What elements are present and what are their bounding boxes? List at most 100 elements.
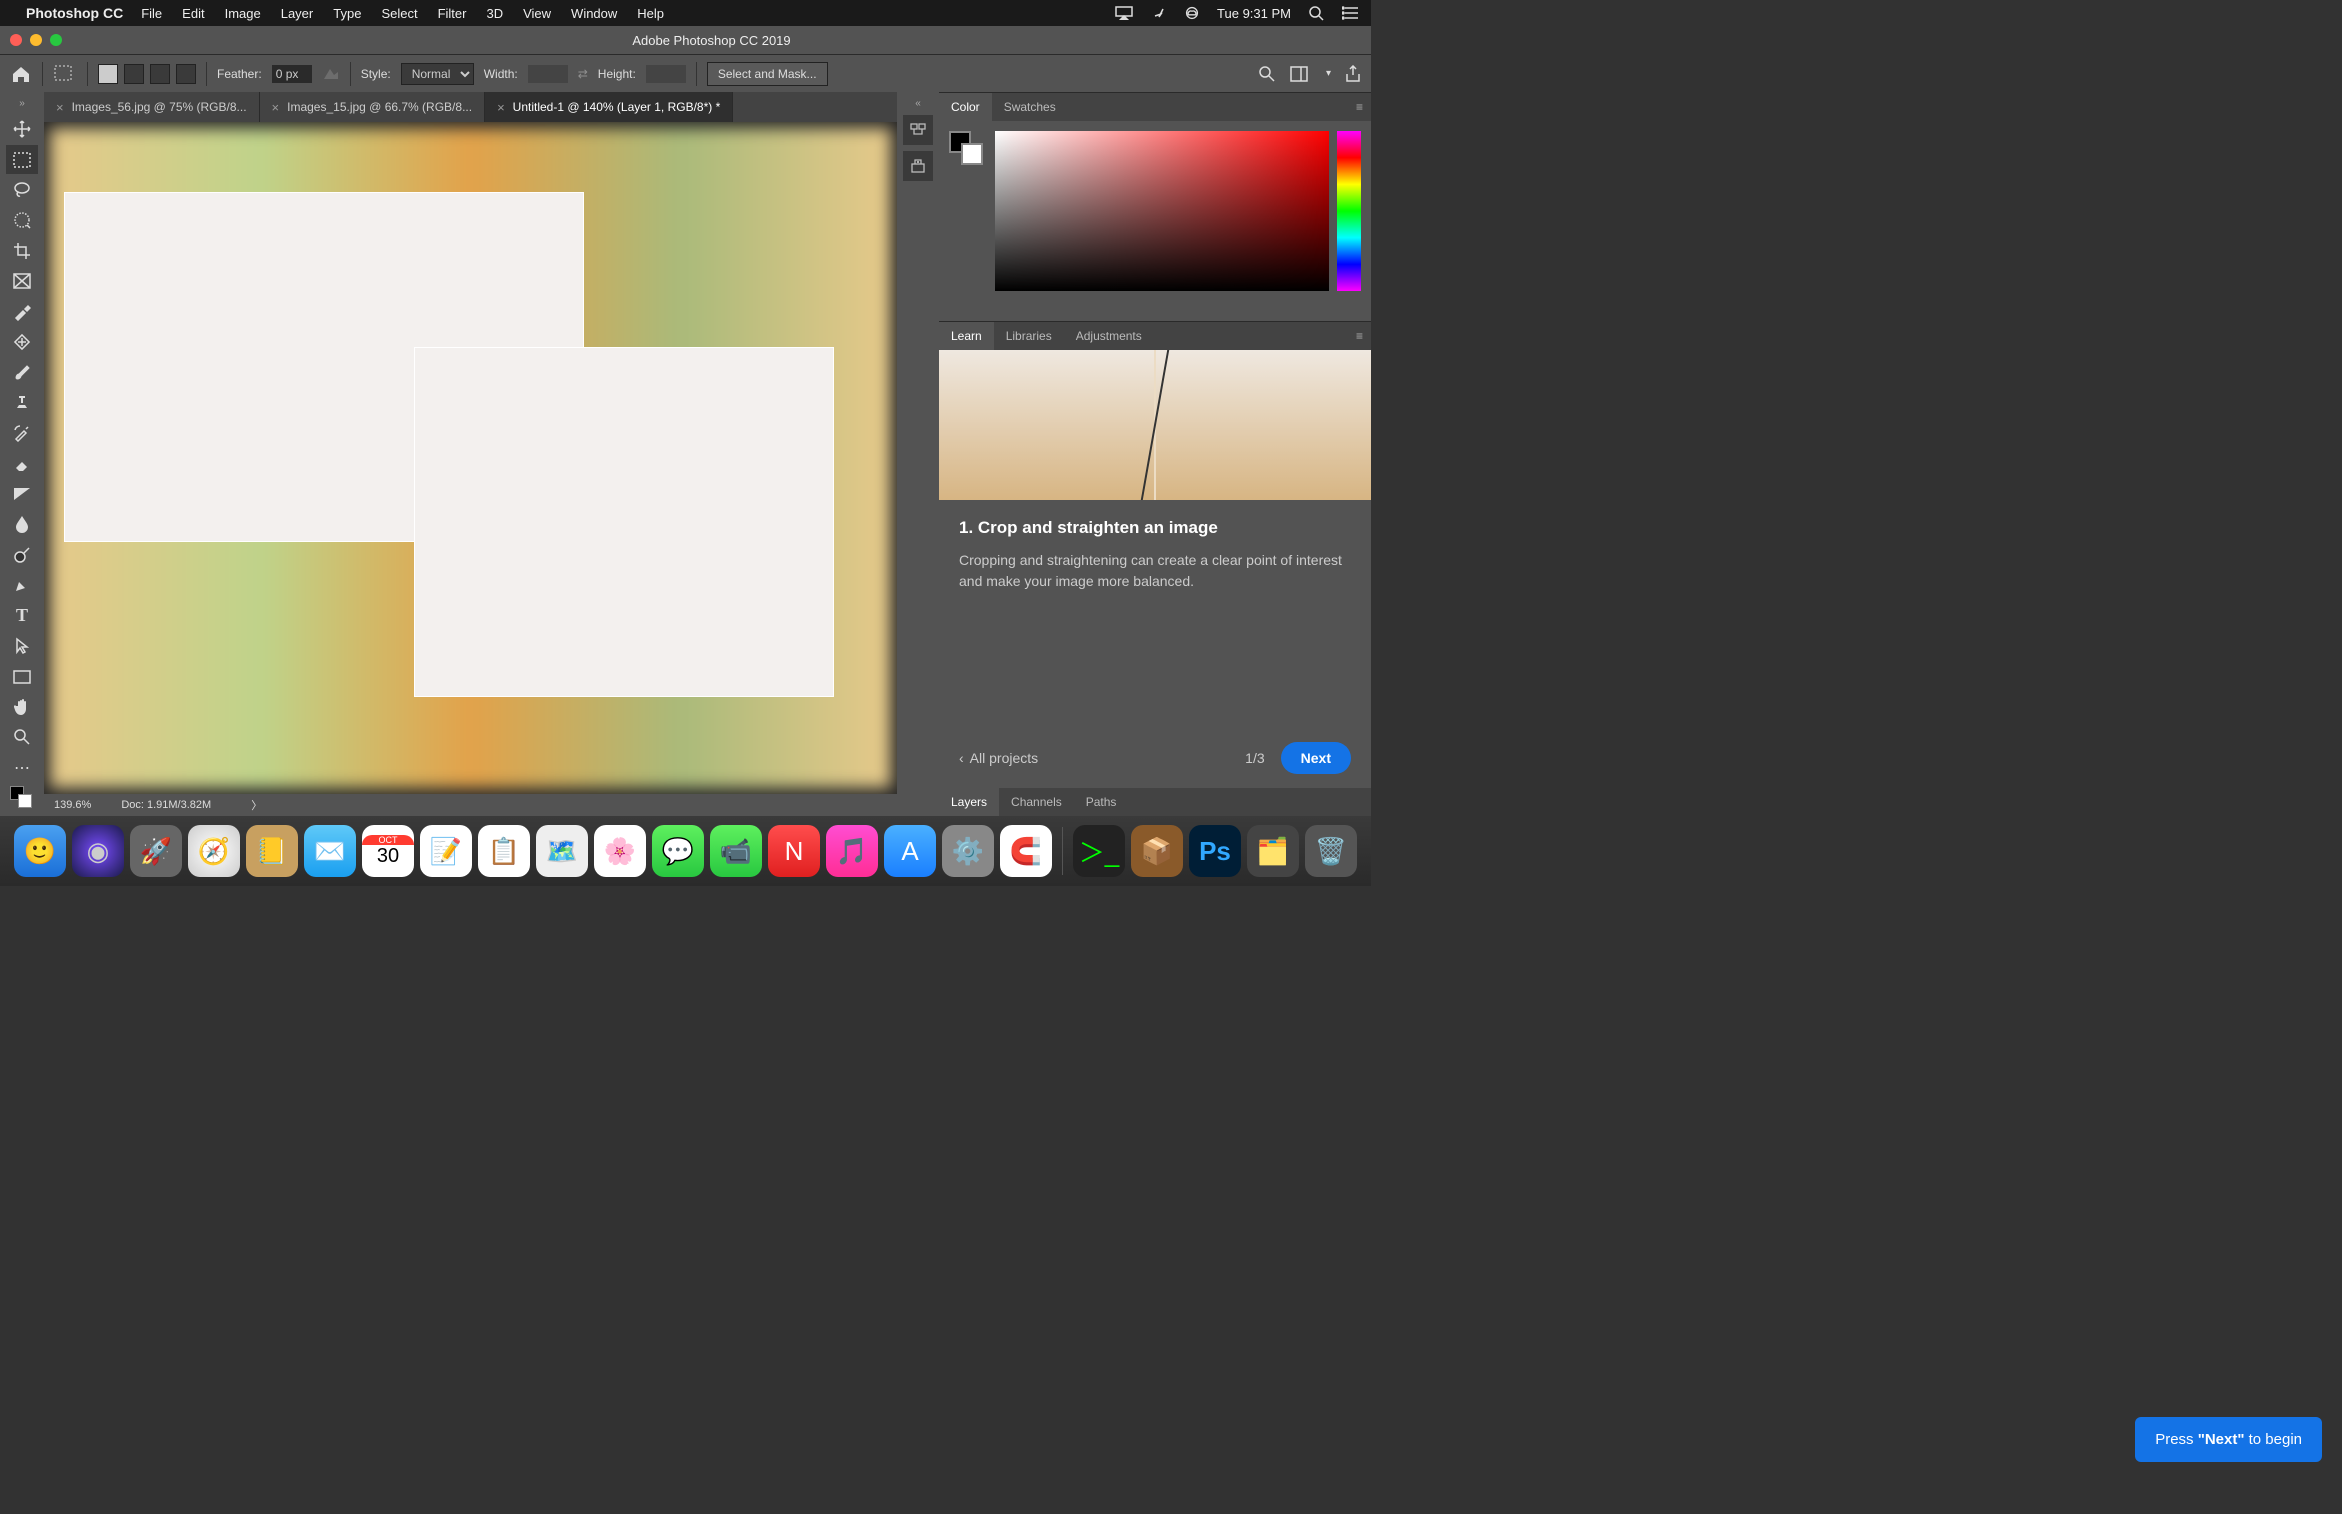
- menu-layer[interactable]: Layer: [281, 6, 314, 21]
- expand-tools-icon[interactable]: »: [19, 98, 25, 109]
- panel-menu-icon[interactable]: ≡: [1348, 329, 1371, 343]
- marquee-tool-preset[interactable]: [53, 64, 77, 84]
- panel-menu-icon[interactable]: ≡: [1348, 100, 1371, 114]
- select-and-mask-button[interactable]: Select and Mask...: [707, 62, 828, 86]
- dock-trash-icon[interactable]: 🗑️: [1305, 825, 1357, 877]
- style-select[interactable]: Normal: [401, 63, 474, 85]
- macos-clock[interactable]: Tue 9:31 PM: [1217, 6, 1291, 21]
- dock-safari-icon[interactable]: 🧭: [188, 825, 240, 877]
- brush-tool[interactable]: [6, 358, 38, 386]
- move-tool[interactable]: [6, 115, 38, 143]
- dock-launchpad-icon[interactable]: 🚀: [130, 825, 182, 877]
- anti-alias-icon[interactable]: [322, 67, 340, 81]
- menu-edit[interactable]: Edit: [182, 6, 204, 21]
- app-name[interactable]: Photoshop CC: [26, 5, 123, 21]
- zoom-value[interactable]: 139.6%: [54, 799, 91, 811]
- chevron-down-icon[interactable]: ▾: [1326, 68, 1331, 79]
- dodge-tool[interactable]: [6, 541, 38, 569]
- workspace-switcher-icon[interactable]: [1290, 66, 1312, 82]
- dock-appstore-icon[interactable]: A: [884, 825, 936, 877]
- dock-mail-icon[interactable]: ✉️: [304, 825, 356, 877]
- search-icon[interactable]: [1258, 65, 1276, 83]
- healing-brush-tool[interactable]: [6, 328, 38, 356]
- fg-bg-color-icon[interactable]: [6, 784, 38, 816]
- dock-finder-icon[interactable]: 🙂: [14, 825, 66, 877]
- add-selection-icon[interactable]: [124, 64, 144, 84]
- hue-strip[interactable]: [1337, 131, 1361, 291]
- menu-file[interactable]: File: [141, 6, 162, 21]
- creative-cloud-icon[interactable]: [1183, 4, 1201, 22]
- dock-messages-icon[interactable]: 💬: [652, 825, 704, 877]
- frame-tool[interactable]: [6, 267, 38, 295]
- hand-tool[interactable]: [6, 693, 38, 721]
- menu-view[interactable]: View: [523, 6, 551, 21]
- tab-channels[interactable]: Channels: [999, 788, 1074, 816]
- dock-magnet-icon[interactable]: 🧲: [1000, 825, 1052, 877]
- close-tab-icon[interactable]: ×: [497, 100, 505, 115]
- intersect-selection-icon[interactable]: [176, 64, 196, 84]
- dock-photoshop-icon[interactable]: Ps: [1189, 825, 1241, 877]
- lasso-tool[interactable]: [6, 176, 38, 204]
- history-brush-tool[interactable]: [6, 419, 38, 447]
- document-tab[interactable]: × Untitled-1 @ 140% (Layer 1, RGB/8*) *: [485, 92, 733, 122]
- fg-bg-swatch[interactable]: [949, 131, 981, 311]
- dock-photos-icon[interactable]: 🌸: [594, 825, 646, 877]
- menu-image[interactable]: Image: [225, 6, 261, 21]
- device-preview-icon[interactable]: [903, 151, 933, 181]
- eraser-tool[interactable]: [6, 449, 38, 477]
- dock-contacts-icon[interactable]: 📒: [246, 825, 298, 877]
- learn-next-button[interactable]: Next: [1281, 742, 1351, 774]
- spotlight-icon[interactable]: [1307, 4, 1325, 22]
- dock-calendar-icon[interactable]: OCT30: [362, 825, 414, 877]
- dock-siri-icon[interactable]: ◉: [72, 825, 124, 877]
- home-button[interactable]: [10, 63, 32, 85]
- subtract-selection-icon[interactable]: [150, 64, 170, 84]
- type-tool[interactable]: T: [6, 602, 38, 630]
- document-tab[interactable]: × Images_56.jpg @ 75% (RGB/8...: [44, 92, 260, 122]
- clone-stamp-tool[interactable]: [6, 389, 38, 417]
- feather-input[interactable]: [272, 65, 312, 83]
- dock-terminal-icon[interactable]: ＞_: [1073, 825, 1125, 877]
- tab-paths[interactable]: Paths: [1074, 788, 1129, 816]
- document-tab[interactable]: × Images_15.jpg @ 66.7% (RGB/8...: [260, 92, 486, 122]
- menu-window[interactable]: Window: [571, 6, 617, 21]
- share-icon[interactable]: [1345, 65, 1361, 83]
- crop-tool[interactable]: [6, 237, 38, 265]
- dock-news-icon[interactable]: N: [768, 825, 820, 877]
- eyedropper-tool[interactable]: [6, 297, 38, 325]
- swap-dimensions-icon[interactable]: ⇄: [578, 67, 588, 81]
- dock-reminders-icon[interactable]: 📋: [478, 825, 530, 877]
- menu-filter[interactable]: Filter: [438, 6, 467, 21]
- pen-tool[interactable]: [6, 571, 38, 599]
- tab-swatches[interactable]: Swatches: [992, 93, 1068, 121]
- dock-sysprefs-icon[interactable]: ⚙️: [942, 825, 994, 877]
- menu-list-icon[interactable]: [1341, 4, 1359, 22]
- menu-select[interactable]: Select: [381, 6, 417, 21]
- quick-select-tool[interactable]: [6, 206, 38, 234]
- edit-toolbar-icon[interactable]: ⋯: [6, 754, 38, 782]
- close-tab-icon[interactable]: ×: [56, 100, 64, 115]
- doc-size[interactable]: Doc: 1.91M/3.82M: [121, 799, 211, 811]
- color-field[interactable]: [995, 131, 1329, 291]
- collapse-dock-icon[interactable]: «: [915, 98, 921, 109]
- menu-3d[interactable]: 3D: [486, 6, 503, 21]
- dock-itunes-icon[interactable]: 🎵: [826, 825, 878, 877]
- dock-app-icon[interactable]: 🗂️: [1247, 825, 1299, 877]
- minimize-window-button[interactable]: [30, 34, 42, 46]
- history-panel-icon[interactable]: [903, 115, 933, 145]
- dock-facetime-icon[interactable]: 📹: [710, 825, 762, 877]
- cc-sync-icon[interactable]: [1149, 4, 1167, 22]
- dock-maps-icon[interactable]: 🗺️: [536, 825, 588, 877]
- close-tab-icon[interactable]: ×: [272, 100, 280, 115]
- learn-back-link[interactable]: ‹ All projects: [959, 750, 1038, 766]
- menu-type[interactable]: Type: [333, 6, 361, 21]
- dock-app-icon[interactable]: 📦: [1131, 825, 1183, 877]
- rectangle-tool[interactable]: [6, 662, 38, 690]
- close-window-button[interactable]: [10, 34, 22, 46]
- maximize-window-button[interactable]: [50, 34, 62, 46]
- dock-notes-icon[interactable]: 📝: [420, 825, 472, 877]
- gradient-tool[interactable]: [6, 480, 38, 508]
- menu-help[interactable]: Help: [637, 6, 664, 21]
- tab-learn[interactable]: Learn: [939, 322, 994, 350]
- zoom-tool[interactable]: [6, 723, 38, 751]
